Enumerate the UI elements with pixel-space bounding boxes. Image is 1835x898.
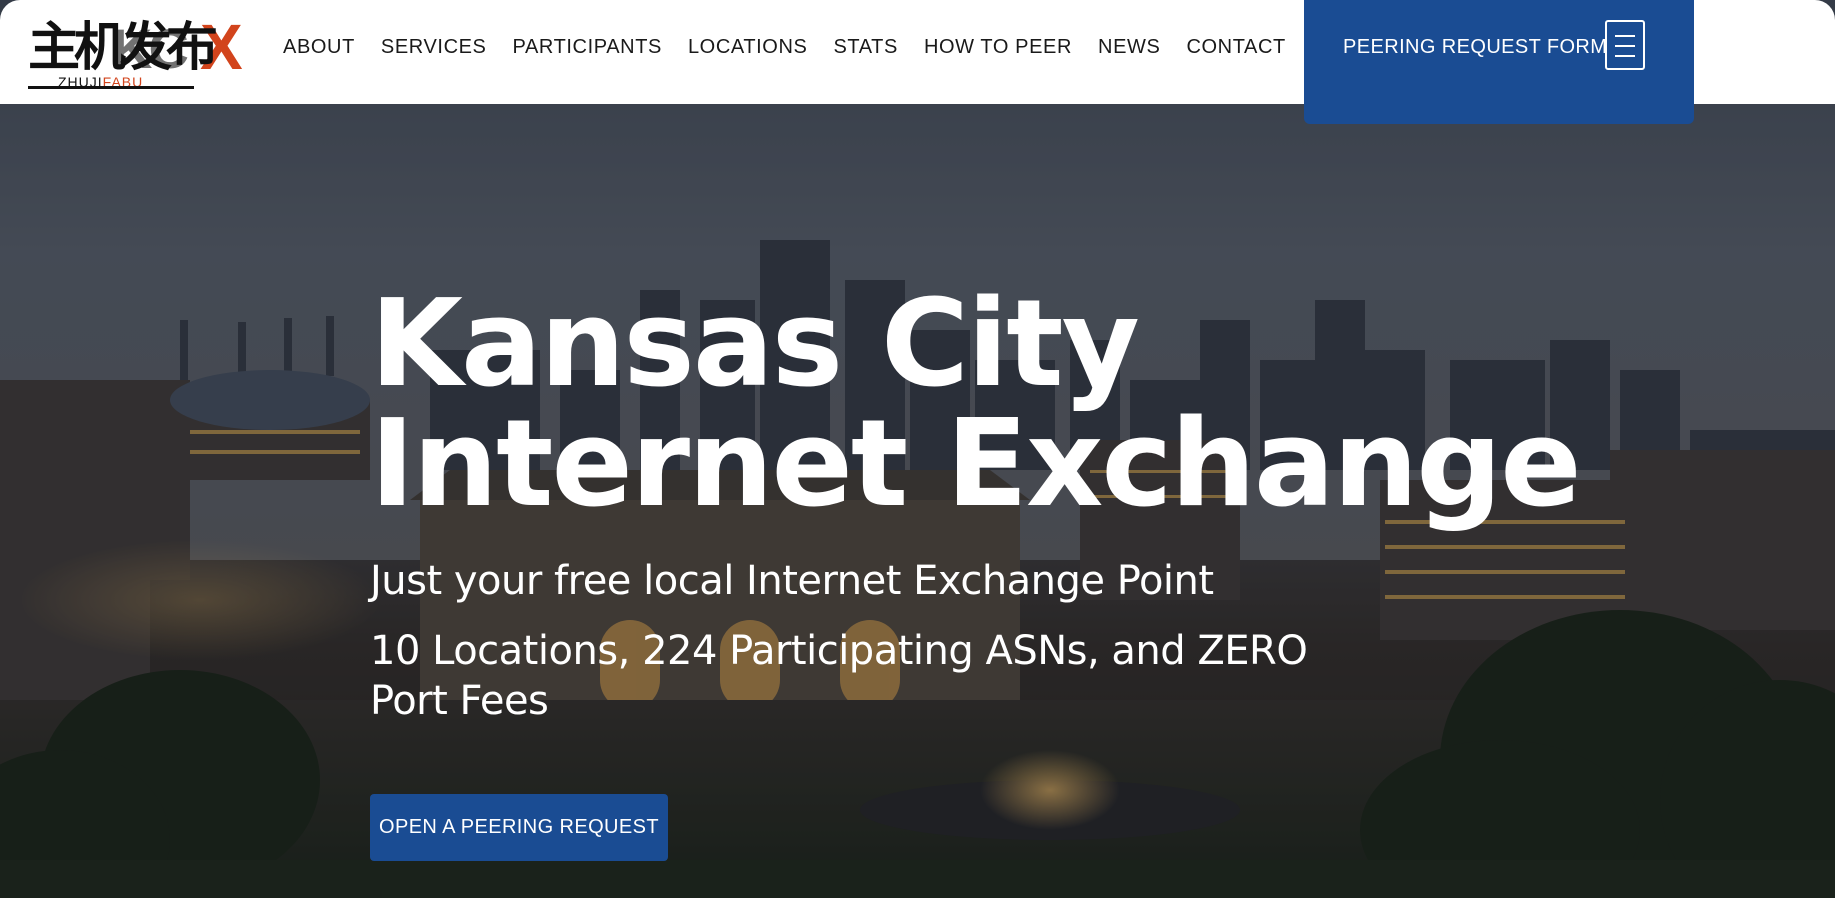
hamburger-menu-icon[interactable] xyxy=(1605,20,1645,70)
hero-tagline: Just your free local Internet Exchange P… xyxy=(370,558,1214,604)
nav-news[interactable]: NEWS xyxy=(1098,36,1160,60)
main-nav: ABOUT SERVICES PARTICIPANTS LOCATIONS ST… xyxy=(283,36,1312,60)
nav-services[interactable]: SERVICES xyxy=(381,36,487,60)
nav-how-to-peer[interactable]: HOW TO PEER xyxy=(924,36,1072,60)
hero-title: Kansas City Internet Exchange xyxy=(370,275,1582,534)
logo-chinese-text: 主机发布 xyxy=(28,18,218,78)
hero-title-line1: Kansas City xyxy=(370,275,1140,414)
nav-about[interactable]: ABOUT xyxy=(283,36,355,60)
nav-contact[interactable]: CONTACT xyxy=(1186,36,1285,60)
hero-stats: 10 Locations, 224 Participating ASNs, an… xyxy=(370,628,1308,724)
peering-request-form-link[interactable]: PEERING REQUEST FORM xyxy=(1343,36,1607,59)
site-logo[interactable]: KC X 主机发布 ZHUJIFABU xyxy=(28,11,258,92)
logo-underline xyxy=(28,86,194,89)
nav-participants[interactable]: PARTICIPANTS xyxy=(513,36,662,60)
peering-request-panel: PEERING REQUEST FORM xyxy=(1304,0,1694,124)
hero-title-line2: Internet Exchange xyxy=(370,395,1582,534)
nav-stats[interactable]: STATS xyxy=(833,36,897,60)
open-peering-request-button[interactable]: OPEN A PEERING REQUEST xyxy=(370,794,668,861)
nav-locations[interactable]: LOCATIONS xyxy=(688,36,808,60)
